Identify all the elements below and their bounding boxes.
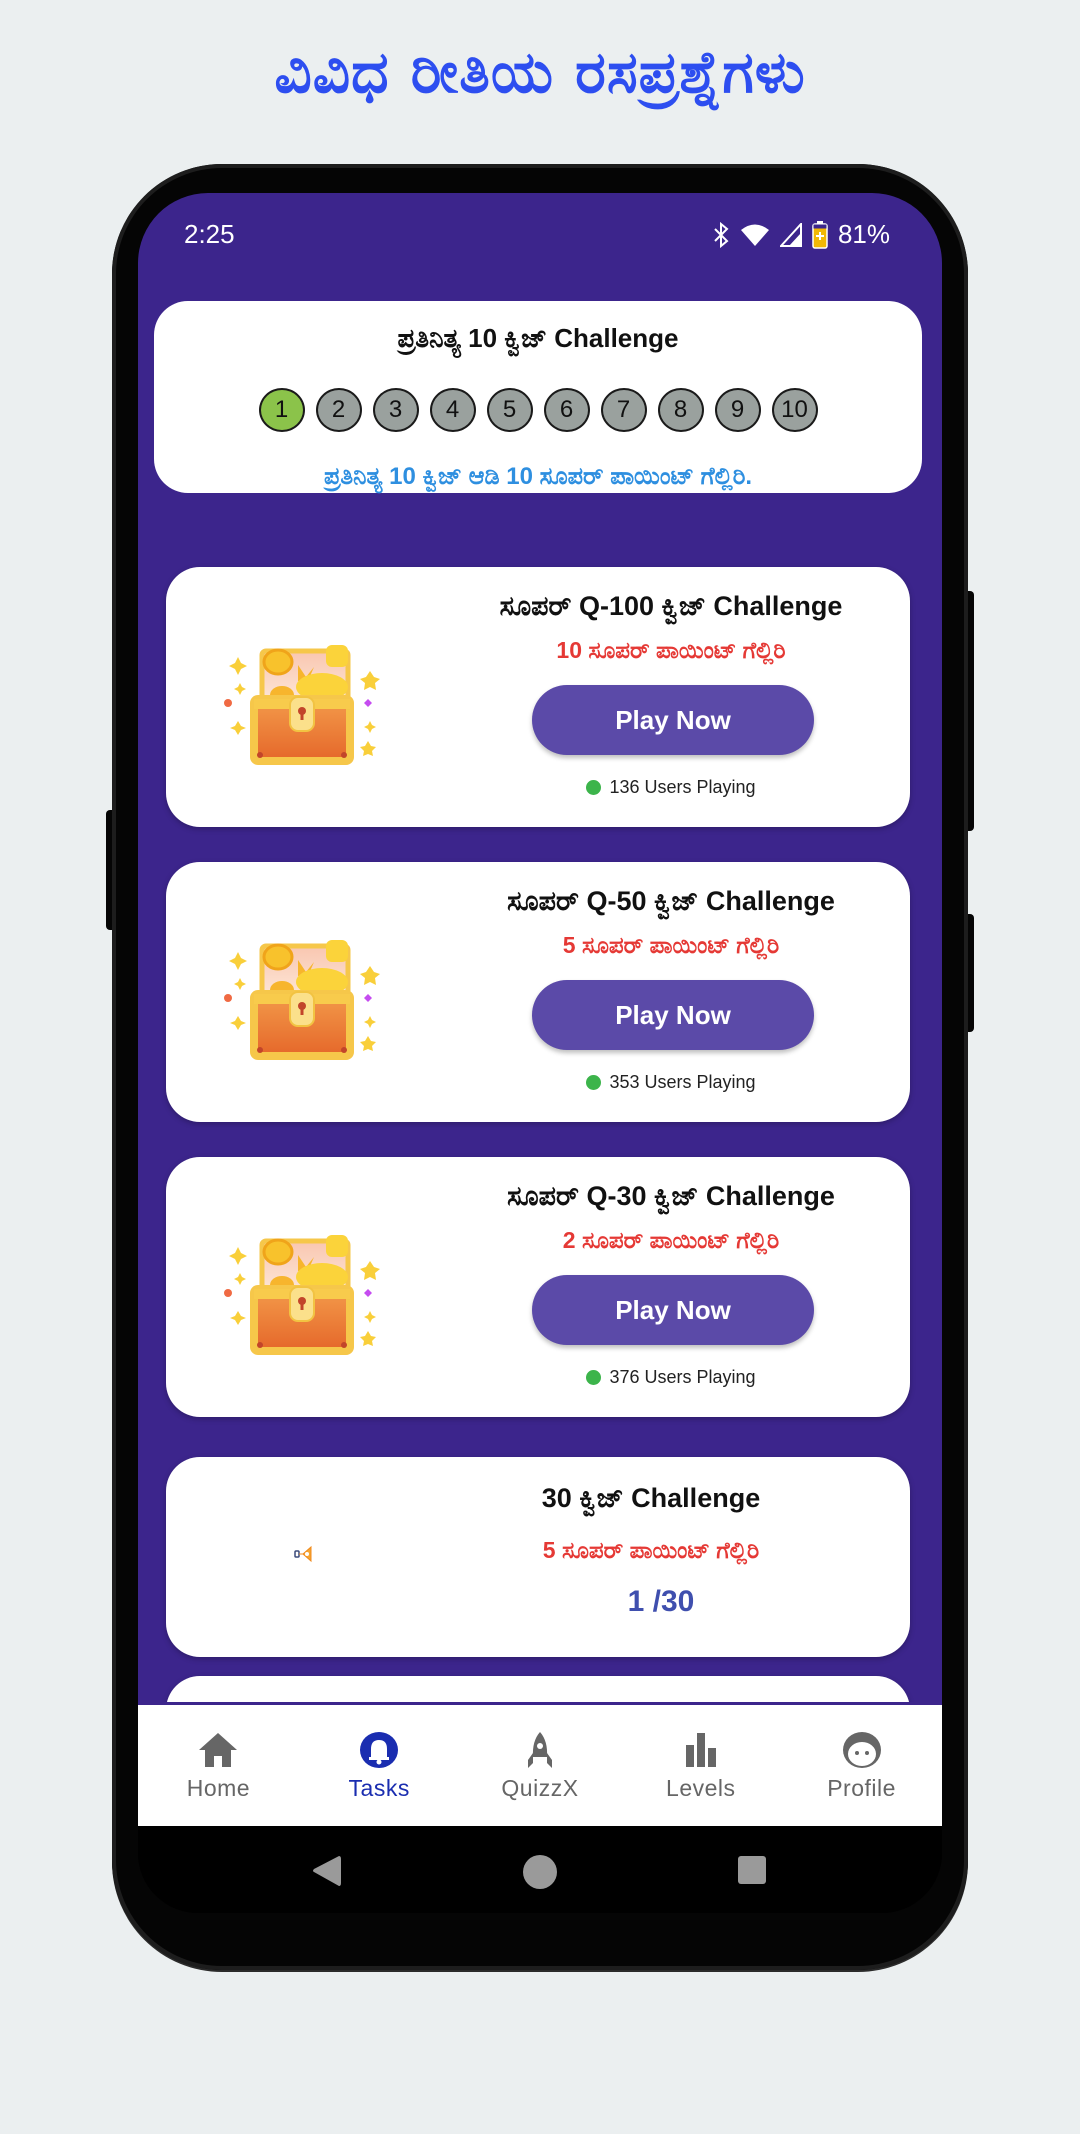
phone-screen: 2:25 81% ಪ್ರತಿನಿತ್ಯ 10 ಕ್ವಿಜ್ Challenge … xyxy=(138,193,942,1913)
users-playing: 376 Users Playing xyxy=(446,1367,896,1388)
progress-step: 5 xyxy=(486,388,533,432)
recents-icon[interactable] xyxy=(736,1854,768,1886)
bottom-navigation: Home Tasks QuizzX Levels Profile xyxy=(138,1702,942,1826)
signal-icon xyxy=(779,222,802,247)
challenge-points: 2 ಸೂಪರ್ ಪಾಯಿಂಟ್ ಗೆಲ್ಲಿರಿ xyxy=(562,1227,780,1253)
users-playing-count: 353 Users Playing xyxy=(609,1072,756,1092)
trophy-icon xyxy=(294,1545,312,1563)
progress-step: 9 xyxy=(714,388,761,432)
treasure-chest-icon xyxy=(218,1227,386,1357)
progress-step: 4 xyxy=(429,388,476,432)
challenge-card-q50: ಸೂಪರ್ Q-50 ಕ್ವಿಜ್ Challenge 5 ಸೂಪರ್ ಪಾಯಿ… xyxy=(166,862,910,1122)
bluetooth-icon xyxy=(714,221,729,248)
nav-label: QuizzX xyxy=(501,1775,579,1801)
online-indicator-icon xyxy=(586,1370,602,1385)
nav-label: Levels xyxy=(666,1775,736,1801)
system-navigation-bar xyxy=(138,1826,942,1913)
users-playing: 136 Users Playing xyxy=(446,777,896,798)
status-time: 2:25 xyxy=(184,219,235,249)
challenge-title: ಸೂಪರ್ Q-30 ಕ್ವಿಜ್ Challenge xyxy=(507,1181,835,1211)
challenge-points: 5 ಸೂಪರ್ ಪಾಯಿಂಟ್ ಗೆಲ್ಲಿರಿ xyxy=(562,932,780,958)
play-now-button[interactable]: Play Now xyxy=(532,1275,814,1345)
users-playing-count: 136 Users Playing xyxy=(609,777,756,797)
online-indicator-icon xyxy=(586,1075,602,1090)
nav-tasks[interactable]: Tasks xyxy=(304,1705,454,1802)
online-indicator-icon xyxy=(586,780,602,795)
challenge-title: 30 ಕ್ವಿಜ್ Challenge xyxy=(541,1483,761,1513)
challenge-title: ಸೂಪರ್ Q-50 ಕ್ವಿಜ್ Challenge xyxy=(507,886,835,916)
status-bar: 2:25 81% xyxy=(138,193,942,273)
status-icons: 81% xyxy=(712,219,890,250)
daily-quiz-card[interactable]: ಪ್ರತಿನಿತ್ಯ 10 ಕ್ವಿಜ್ Challenge 1 2 3 4 5… xyxy=(154,301,922,493)
bar-chart-icon xyxy=(685,1733,716,1767)
nav-label: Home xyxy=(186,1775,251,1801)
nav-label: Tasks xyxy=(348,1775,410,1801)
back-icon[interactable] xyxy=(311,1854,343,1888)
play-now-button[interactable]: Play Now xyxy=(532,980,814,1050)
promo-headline: ವಿವಿಧ ರೀತಿಯ ರಸಪ್ರಶ್ನೆಗಳು xyxy=(274,38,806,106)
home-icon xyxy=(199,1733,238,1767)
progress-step-done: 1 xyxy=(258,388,305,432)
home-circle-icon[interactable] xyxy=(522,1854,558,1890)
users-playing-count: 376 Users Playing xyxy=(609,1367,756,1387)
quiz-30-challenge-card[interactable]: 30 ಕ್ವಿಜ್ Challenge 5 ಸೂಪರ್ ಪಾಯಿಂಟ್ ಗೆಲ್… xyxy=(166,1457,910,1657)
daily-quiz-title: ಪ್ರತಿನಿತ್ಯ 10 ಕ್ವಿಜ್ Challenge xyxy=(397,323,679,353)
users-playing: 353 Users Playing xyxy=(446,1072,896,1093)
progress-step: 7 xyxy=(600,388,647,432)
daily-progress-steps: 1 2 3 4 5 6 7 8 9 10 xyxy=(154,388,922,432)
daily-quiz-subtitle: ಪ್ರತಿನಿತ್ಯ 10 ಕ್ವಿಜ್ ಆಡಿ 10 ಸೂಪರ್ ಪಾಯಿಂಟ… xyxy=(323,463,753,490)
treasure-chest-icon xyxy=(218,637,386,767)
face-icon xyxy=(842,1732,881,1768)
wifi-icon xyxy=(740,224,769,246)
progress-step: 8 xyxy=(657,388,704,432)
challenge-title: ಸೂಪರ್ Q-100 ಕ್ವಿಜ್ Challenge xyxy=(499,591,843,621)
progress-step: 3 xyxy=(372,388,419,432)
treasure-chest-icon xyxy=(218,932,386,1062)
challenge-card-q100: ಸೂಪರ್ Q-100 ಕ್ವಿಜ್ Challenge 10 ಸೂಪರ್ ಪಾ… xyxy=(166,567,910,827)
tasks-content: 2:25 81% ಪ್ರತಿನಿತ್ಯ 10 ಕ್ವಿಜ್ Challenge … xyxy=(138,193,942,1776)
progress-step: 6 xyxy=(543,388,590,432)
bell-icon xyxy=(360,1732,399,1768)
nav-profile[interactable]: Profile xyxy=(787,1705,937,1802)
battery-charging-icon xyxy=(812,220,828,249)
progress-step: 2 xyxy=(315,388,362,432)
nav-label: Profile xyxy=(827,1775,896,1801)
rocket-icon xyxy=(527,1732,552,1768)
nav-quizzx[interactable]: QuizzX xyxy=(465,1705,615,1802)
progress-step: 10 xyxy=(771,388,818,432)
challenge-card-q30: ಸೂಪರ್ Q-30 ಕ್ವಿಜ್ Challenge 2 ಸೂಪರ್ ಪಾಯಿ… xyxy=(166,1157,910,1417)
quiz-progress-count: 1 /30 xyxy=(627,1585,695,1618)
play-now-button[interactable]: Play Now xyxy=(532,685,814,755)
challenge-points: 5 ಸೂಪರ್ ಪಾಯಿಂಟ್ ಗೆಲ್ಲಿರಿ xyxy=(542,1537,760,1563)
nav-home[interactable]: Home xyxy=(143,1705,293,1802)
challenge-points: 10 ಸೂಪರ್ ಪಾಯಿಂಟ್ ಗೆಲ್ಲಿರಿ xyxy=(556,637,786,663)
nav-levels[interactable]: Levels xyxy=(626,1705,776,1802)
battery-percent: 81% xyxy=(837,219,890,249)
